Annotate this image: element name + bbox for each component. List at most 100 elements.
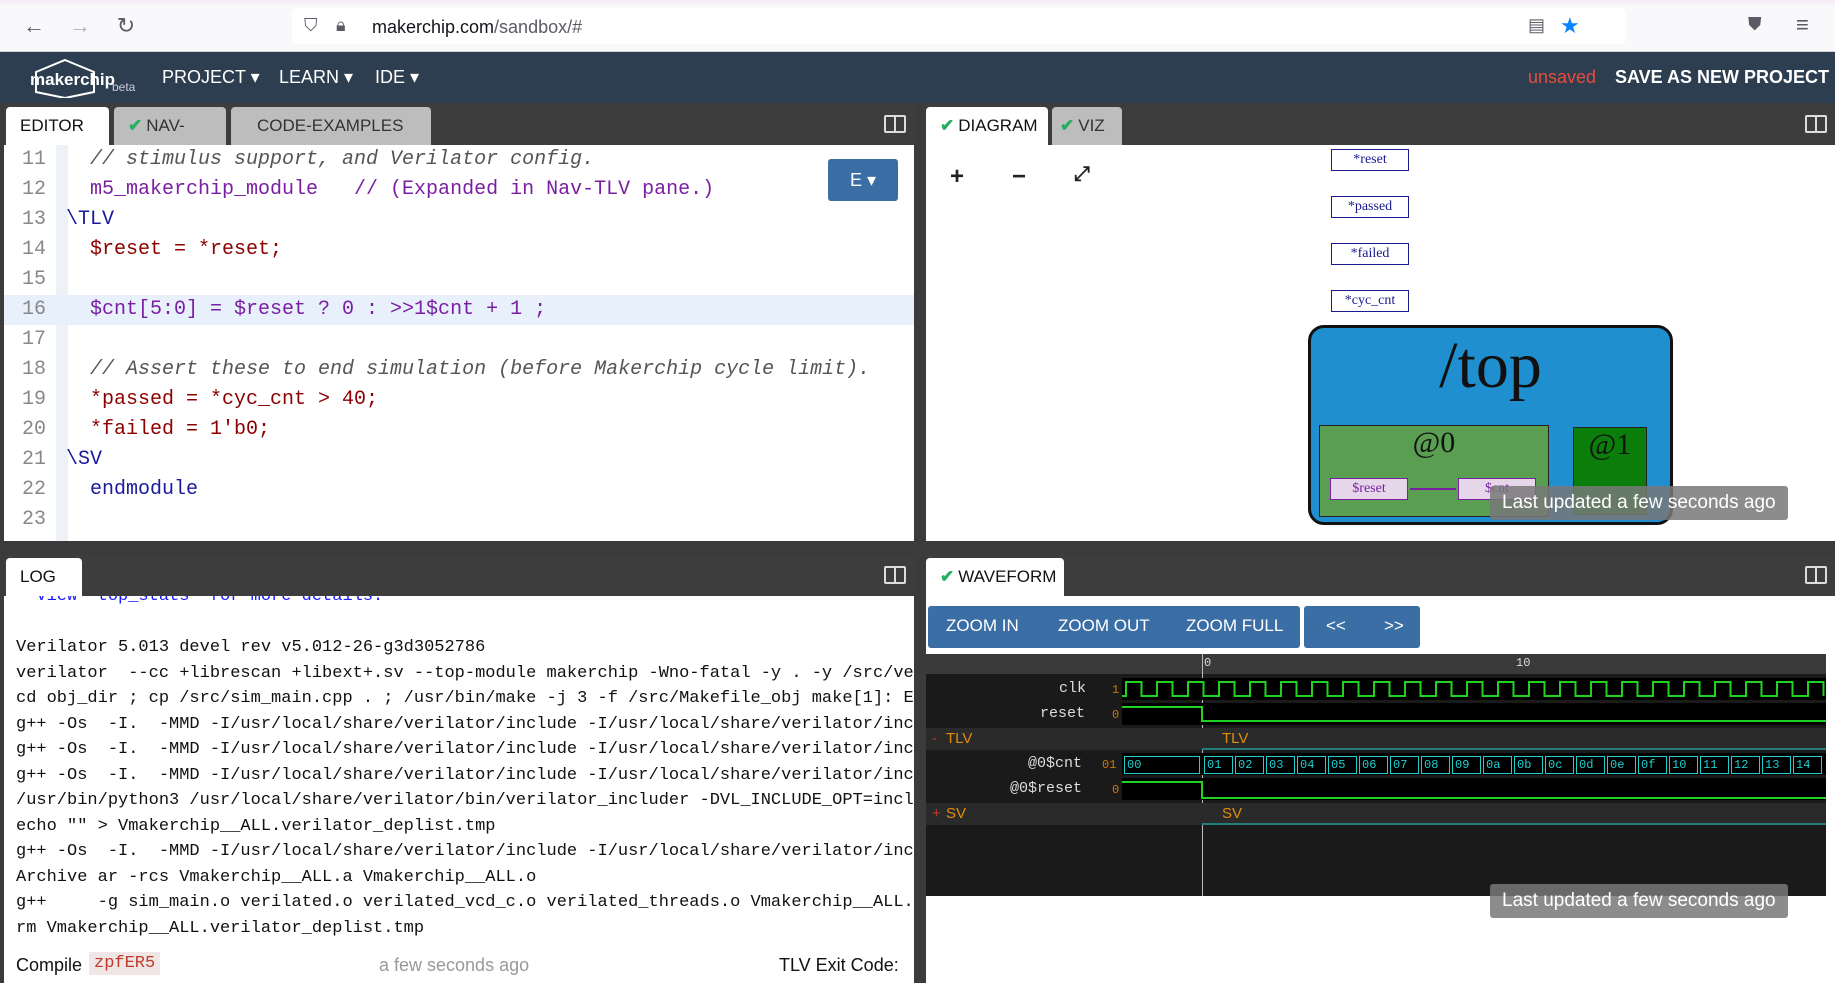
cnt-value-box: 09 xyxy=(1452,756,1481,774)
tab-code-examples[interactable]: CODE-EXAMPLES ✖ xyxy=(231,107,431,173)
scroll-right-button[interactable]: >> xyxy=(1384,616,1404,636)
split-pane-icon[interactable] xyxy=(1805,566,1827,584)
reader-view-icon[interactable]: ▤ xyxy=(1528,15,1545,36)
code-line: *passed = *cyc_cnt > 40; xyxy=(66,388,379,411)
log-line: Archive ar -rcs Vmakerchip__ALL.a Vmaker… xyxy=(16,867,537,887)
code-line: *failed = 1'b0; xyxy=(66,418,271,441)
zoom-full-button[interactable]: ZOOM FULL xyxy=(1186,616,1283,636)
split-pane-icon[interactable] xyxy=(884,566,906,584)
check-icon: ✔ xyxy=(940,567,955,586)
log-line: /usr/bin/python3 /usr/local/share/verila… xyxy=(16,791,914,810)
forward-icon[interactable]: → xyxy=(66,12,94,40)
cnt-value-box: 0e xyxy=(1607,756,1636,774)
code-line: \SV xyxy=(66,448,103,471)
code-line: // Assert these to end simulation (befor… xyxy=(66,358,871,381)
beta-label: beta xyxy=(112,80,136,94)
log-pane: LOG View top_stats for more details. Ver… xyxy=(4,554,914,983)
tab-waveform[interactable]: ✔ WAVEFORM xyxy=(926,558,1064,596)
compile-id[interactable]: zpfER5 xyxy=(89,952,161,975)
cnt-value-box: 02 xyxy=(1235,756,1264,774)
line-number: 21 xyxy=(21,448,46,471)
compile-label: Compile xyxy=(16,955,83,975)
unsaved-status: unsaved xyxy=(1528,67,1597,87)
cnt-value-box: 0a xyxy=(1483,756,1512,774)
cnt-value-box: 0c xyxy=(1545,756,1574,774)
log-line: echo "" > Vmakerchip__ALL.verilator_depl… xyxy=(16,816,496,836)
reload-icon[interactable]: ↻ xyxy=(112,12,140,40)
menu-project[interactable]: PROJECT ▾ xyxy=(162,67,260,88)
split-pane-icon[interactable] xyxy=(1805,115,1827,133)
waveform-traces xyxy=(1122,678,1826,825)
tab-nav-tlv[interactable]: ✔NAV-TLV xyxy=(114,107,226,173)
code-line: m5_makerchip_module // (Expanded in Nav-… xyxy=(66,178,715,201)
line-number: 16 xyxy=(21,298,46,321)
url-text: makerchip.com/sandbox/# xyxy=(372,17,583,37)
stage-0-label: @0 xyxy=(1412,426,1456,459)
log-line: g++ -Os -I. -MMD -I/usr/local/share/veri… xyxy=(16,714,914,734)
tab-diagram[interactable]: ✔ DIAGRAM xyxy=(926,107,1048,145)
waveform-viewer: ZOOM IN ZOOM OUT ZOOM FULL << >> 0 10 cl… xyxy=(926,596,1835,983)
tab-editor[interactable]: EDITOR xyxy=(6,107,109,145)
line-number: 13 xyxy=(21,208,46,231)
log-output[interactable]: View top_stats for more details. Verilat… xyxy=(4,596,914,983)
cnt-value-box: 0d xyxy=(1576,756,1605,774)
code-line: endmodule xyxy=(66,478,199,501)
exit-code-label: TLV Exit Code: xyxy=(779,955,899,975)
cnt-value-box: 04 xyxy=(1297,756,1326,774)
signal-passed[interactable]: *passed xyxy=(1331,196,1409,218)
log-line: View top_stats for more details. xyxy=(16,596,384,606)
code-line: // stimulus support, and Verilator confi… xyxy=(66,148,595,171)
cnt-value-box: 06 xyxy=(1359,756,1388,774)
zoom-out-icon[interactable]: − xyxy=(1012,163,1026,191)
line-number: 19 xyxy=(21,388,46,411)
zoom-in-icon[interactable]: + xyxy=(950,163,964,191)
bookmark-star-icon[interactable]: ★ xyxy=(1560,13,1580,39)
last-updated-toast: Last updated a few seconds ago xyxy=(1490,884,1788,918)
cnt-value-box: 01 xyxy=(1204,756,1233,774)
waveform-area[interactable]: 0 10 clk 1 reset 0 - TLV TLV @0$cnt 01 @… xyxy=(926,654,1826,896)
signal-failed[interactable]: *failed xyxy=(1331,243,1409,265)
reset-box[interactable]: $reset xyxy=(1330,478,1408,500)
arrow-line xyxy=(1410,488,1456,490)
log-line: Verilator 5.013 devel rev v5.012-26-g3d3… xyxy=(16,638,486,657)
line-number: 15 xyxy=(21,268,46,291)
menu-learn[interactable]: LEARN ▾ xyxy=(279,67,353,88)
zoom-out-button[interactable]: ZOOM OUT xyxy=(1058,616,1150,636)
log-line: g++ -Os -I. -MMD -I/usr/local/share/veri… xyxy=(16,740,914,759)
code-line: $cnt[5:0] = $reset ? 0 : >>1$cnt + 1 ; xyxy=(66,298,547,321)
diagram-canvas[interactable]: + − ⤢ *reset *passed *failed *cyc_cnt /t… xyxy=(926,145,1835,541)
cnt-value-box: 13 xyxy=(1762,756,1791,774)
line-number: 23 xyxy=(21,508,46,531)
hamburger-menu-icon[interactable]: ≡ xyxy=(1796,12,1809,38)
url-bar[interactable]: ⛉ 🔒︎ makerchip.com/sandbox/# ▤ ★ xyxy=(292,8,1626,44)
editor-mode-button[interactable]: E ▾ xyxy=(828,159,898,201)
log-line: g++ -Os -I. -MMD -I/usr/local/share/veri… xyxy=(16,842,914,861)
tab-log[interactable]: LOG xyxy=(6,558,82,596)
back-icon[interactable]: ← xyxy=(20,12,48,40)
save-as-new-project-button[interactable]: SAVE AS NEW PROJECT xyxy=(1615,67,1829,88)
log-line: rm Vmakerchip__ALL.verilator_deplist.tmp xyxy=(16,918,425,938)
line-number: 11 xyxy=(21,148,46,171)
line-number: 18 xyxy=(21,358,46,381)
zoom-in-button[interactable]: ZOOM IN xyxy=(946,616,1019,636)
line-number: 17 xyxy=(21,328,46,351)
split-pane-icon[interactable] xyxy=(884,115,906,133)
fit-icon[interactable]: ⤢ xyxy=(1074,163,1090,186)
log-line: g++ -g sim_main.o verilated.o verilated_… xyxy=(16,893,914,912)
code-editor[interactable]: 11 // stimulus support, and Verilator co… xyxy=(4,145,914,541)
stage-1-label: @1 xyxy=(1588,428,1632,461)
tab-viz[interactable]: ✔ VIZ xyxy=(1052,107,1122,145)
pocket-icon[interactable]: ⛊ xyxy=(1748,14,1762,35)
log-line: cd obj_dir ; cp /src/sim_main.cpp . ; /u… xyxy=(16,689,914,708)
cnt-value-box: 00 xyxy=(1124,756,1200,774)
compile-time: a few seconds ago xyxy=(379,955,530,975)
check-icon: ✔ xyxy=(128,116,143,135)
menu-ide[interactable]: IDE ▾ xyxy=(375,67,419,88)
makerchip-logo[interactable]: makerchip beta xyxy=(30,58,135,98)
signal-track xyxy=(1122,778,1826,800)
signal-cyc-cnt[interactable]: *cyc_cnt xyxy=(1331,290,1409,312)
scroll-left-button[interactable]: << xyxy=(1326,616,1346,636)
cnt-value-box: 10 xyxy=(1669,756,1698,774)
log-line: g++ -Os -I. -MMD -I/usr/local/share/veri… xyxy=(16,765,914,785)
signal-reset[interactable]: *reset xyxy=(1331,149,1409,171)
